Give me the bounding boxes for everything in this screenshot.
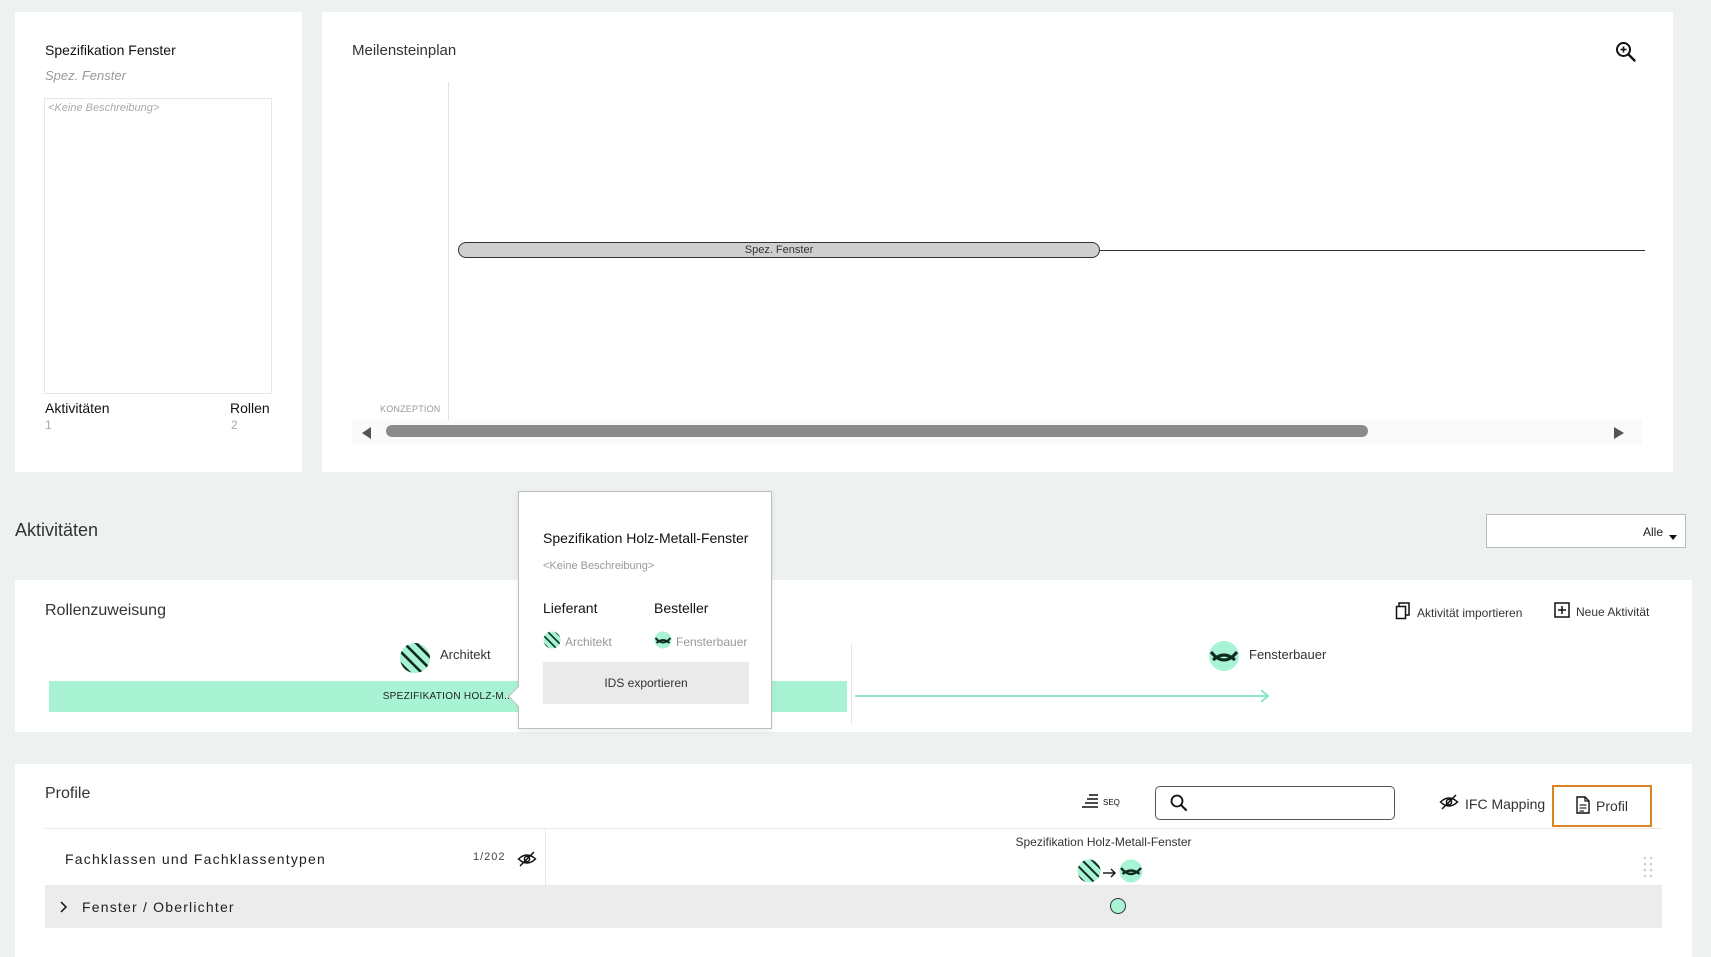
architect-avatar-small	[543, 631, 561, 652]
info-card-title: Spezifikation Fenster	[45, 42, 176, 58]
roles-count-label: Rollen	[230, 400, 270, 416]
activity-popover: Spezifikation Holz-Metall-Fenster <Keine…	[507, 491, 772, 729]
column-role-flow	[1077, 859, 1143, 888]
phase-label: KONZEPTION	[380, 404, 441, 414]
orderer-heading: Besteller	[654, 600, 709, 616]
new-activity-button[interactable]: Neue Aktivität	[1554, 602, 1649, 621]
milestone-timeline-line	[1100, 250, 1645, 251]
role-assignment-panel: Rollenzuweisung Aktivität importieren Ne…	[15, 580, 1692, 732]
seq-label: SEQ	[1103, 797, 1120, 807]
role-assignment-title: Rollenzuweisung	[45, 602, 166, 619]
import-icon	[1395, 602, 1411, 623]
eye-off-icon	[1439, 794, 1459, 813]
roles-count-value: 2	[231, 418, 238, 432]
scroll-left-icon[interactable]	[362, 426, 372, 444]
activity-info-card: Spezifikation Fenster Spez. Fenster <Kei…	[15, 12, 302, 472]
zoom-in-icon[interactable]	[1615, 41, 1637, 63]
arrow-right-icon	[1103, 865, 1117, 883]
popover-description: <Keine Beschreibung>	[543, 560, 655, 572]
window-builder-avatar-small	[654, 631, 672, 652]
info-card-subtitle: Spez. Fenster	[45, 68, 126, 83]
orderer-role: Fensterbauer	[654, 631, 747, 652]
supplier-role-label: Architekt	[565, 634, 612, 649]
table-header: Fachklassen und Fachklassentypen 1/202 S…	[45, 828, 1662, 888]
profile-document-button[interactable]: Profil	[1552, 785, 1652, 827]
role-column-divider	[851, 644, 852, 724]
filter-selected-value: Alle	[1642, 525, 1663, 539]
activities-heading: Aktivitäten	[15, 520, 99, 540]
sequence-sort-toggle[interactable]: SEQ	[1081, 793, 1120, 811]
chevron-right-icon[interactable]	[59, 900, 69, 914]
window-builder-label: Fensterbauer	[1249, 647, 1327, 662]
supplier-heading: Lieferant	[543, 600, 598, 616]
architect-label: Architekt	[440, 647, 491, 662]
status-circle-icon[interactable]	[1110, 898, 1126, 914]
classes-column-header: Fachklassen und Fachklassentypen	[65, 851, 326, 867]
milestone-plan-title: Meilensteinplan	[352, 42, 457, 59]
phase-divider-line	[448, 82, 449, 422]
scroll-right-icon[interactable]	[1614, 426, 1624, 444]
window-builder-avatar	[1208, 640, 1240, 677]
search-input[interactable]	[1190, 792, 1390, 816]
description-field[interactable]: <Keine Beschreibung>	[44, 98, 272, 394]
activities-count-value: 1	[45, 418, 52, 432]
sort-lines-icon	[1081, 793, 1099, 811]
orderer-role-label: Fensterbauer	[676, 634, 748, 649]
description-placeholder: <Keine Beschreibung>	[48, 102, 160, 114]
profile-table: Fachklassen und Fachklassentypen 1/202 S…	[45, 828, 1662, 928]
eye-off-icon[interactable]	[517, 851, 537, 867]
scrollbar-thumb[interactable]	[386, 425, 1368, 437]
ifc-mapping-label: IFC Mapping	[1465, 795, 1546, 812]
milestone-bar[interactable]: Spez. Fenster	[458, 242, 1100, 258]
profile-search-box[interactable]	[1155, 786, 1395, 820]
profile-button-label: Profil	[1596, 798, 1628, 814]
handover-arrow-icon	[855, 689, 1275, 708]
ids-export-button[interactable]: IDS exportieren	[543, 662, 749, 704]
import-activity-button[interactable]: Aktivität importieren	[1395, 602, 1522, 623]
architect-avatar	[399, 642, 431, 679]
search-icon	[1170, 794, 1188, 817]
table-row[interactable]: Fenster / Oberlichter	[45, 886, 1662, 928]
supplier-role: Architekt	[543, 631, 612, 652]
milestone-plan-panel: Meilensteinplan Spez. Fenster KONZEPTION	[322, 12, 1673, 472]
caret-down-icon	[1669, 529, 1677, 543]
popover-title: Spezifikation Holz-Metall-Fenster	[543, 530, 749, 546]
profiles-panel: Profile SEQ IFC Mapping Profil Fachklass…	[15, 764, 1692, 957]
profiles-title: Profile	[45, 785, 91, 802]
ifc-mapping-toggle[interactable]: IFC Mapping	[1439, 794, 1545, 813]
row-label: Fenster / Oberlichter	[82, 899, 235, 915]
activity-column-header: Spezifikation Holz-Metall-Fenster	[1015, 835, 1192, 849]
milestone-scrollbar[interactable]	[352, 420, 1642, 444]
classes-count: 1/202	[473, 851, 506, 863]
window-builder-avatar-small	[1119, 859, 1143, 888]
drag-handle-icon[interactable]	[1642, 855, 1654, 881]
activity-filter-select[interactable]: Alle	[1486, 514, 1686, 548]
add-icon	[1554, 602, 1570, 621]
import-activity-label: Aktivität importieren	[1417, 605, 1523, 620]
architect-avatar-small	[1077, 859, 1101, 888]
activities-count-label: Aktivitäten	[45, 400, 110, 416]
document-icon	[1576, 795, 1590, 817]
new-activity-label: Neue Aktivität	[1576, 604, 1650, 619]
